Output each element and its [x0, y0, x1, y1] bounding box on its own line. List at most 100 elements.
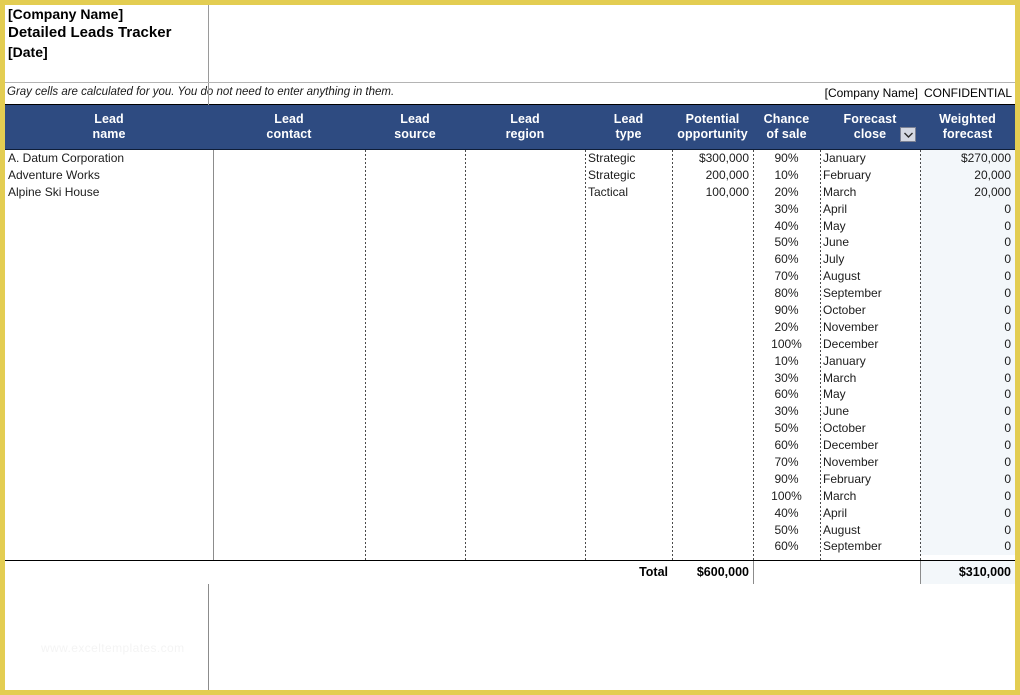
cell-potential_opportunity[interactable] [672, 201, 753, 218]
cell-lead_contact[interactable] [213, 403, 365, 420]
cell-weighted_forecast[interactable]: 0 [920, 420, 1015, 438]
cell-chance_of_sale[interactable]: 60% [753, 538, 820, 555]
cell-lead_region[interactable] [465, 302, 585, 319]
table-row[interactable]: A. Datum Corporation Strategic $300,000 90%… [5, 150, 1015, 167]
table-row[interactable]: 40% April 0 [5, 504, 1015, 522]
cell-lead_region[interactable] [465, 336, 585, 353]
cell-chance_of_sale[interactable]: 50% [753, 234, 820, 251]
cell-lead_type[interactable] [585, 386, 672, 403]
cell-potential_opportunity[interactable] [672, 488, 753, 505]
cell-weighted_forecast[interactable]: 0 [920, 386, 1015, 404]
cell-lead_source[interactable] [365, 437, 465, 454]
cell-weighted_forecast[interactable]: 20,000 [920, 166, 1015, 184]
cell-lead_source[interactable] [365, 167, 465, 184]
cell-lead_source[interactable] [365, 234, 465, 251]
cell-chance_of_sale[interactable]: 60% [753, 251, 820, 268]
cell-chance_of_sale[interactable]: 40% [753, 218, 820, 235]
column-header-weighted_forecast[interactable]: Weighted forecast [920, 105, 1015, 149]
cell-chance_of_sale[interactable]: 50% [753, 420, 820, 437]
cell-chance_of_sale[interactable]: 50% [753, 522, 820, 539]
cell-lead_name[interactable] [5, 522, 213, 539]
cell-forecast_close[interactable]: January [820, 353, 920, 370]
cell-lead_region[interactable] [465, 420, 585, 437]
cell-lead_name[interactable] [5, 538, 213, 555]
cell-potential_opportunity[interactable] [672, 420, 753, 437]
cell-lead_type[interactable] [585, 285, 672, 302]
cell-potential_opportunity[interactable]: 100,000 [672, 184, 753, 201]
cell-weighted_forecast[interactable]: 0 [920, 403, 1015, 421]
cell-forecast_close[interactable]: June [820, 403, 920, 420]
cell-lead_type[interactable] [585, 420, 672, 437]
cell-forecast_close[interactable]: March [820, 488, 920, 505]
company-name-cell[interactable]: [Company Name] [8, 6, 208, 23]
cell-lead_type[interactable]: Strategic [585, 150, 672, 167]
cell-chance_of_sale[interactable]: 20% [753, 319, 820, 336]
cell-lead_type[interactable] [585, 370, 672, 387]
cell-forecast_close[interactable]: September [820, 538, 920, 555]
cell-lead_contact[interactable] [213, 201, 365, 218]
cell-lead_type[interactable] [585, 201, 672, 218]
cell-lead_source[interactable] [365, 218, 465, 235]
cell-lead_name[interactable] [5, 420, 213, 437]
cell-forecast_close[interactable]: December [820, 336, 920, 353]
column-header-lead_contact[interactable]: Lead contact [213, 105, 365, 149]
cell-potential_opportunity[interactable] [672, 302, 753, 319]
cell-lead_contact[interactable] [213, 370, 365, 387]
cell-lead_type[interactable] [585, 505, 672, 522]
cell-lead_contact[interactable] [213, 471, 365, 488]
cell-lead_contact[interactable] [213, 437, 365, 454]
cell-lead_type[interactable] [585, 268, 672, 285]
cell-lead_region[interactable] [465, 437, 585, 454]
cell-lead_region[interactable] [465, 268, 585, 285]
cell-lead_source[interactable] [365, 370, 465, 387]
cell-chance_of_sale[interactable]: 30% [753, 201, 820, 218]
cell-lead_source[interactable] [365, 251, 465, 268]
cell-forecast_close[interactable]: November [820, 319, 920, 336]
cell-forecast_close[interactable]: February [820, 471, 920, 488]
cell-weighted_forecast[interactable]: 0 [920, 251, 1015, 269]
cell-chance_of_sale[interactable]: 60% [753, 386, 820, 403]
table-row[interactable]: 60% July 0 [5, 251, 1015, 269]
cell-chance_of_sale[interactable]: 40% [753, 505, 820, 522]
cell-lead_region[interactable] [465, 454, 585, 471]
cell-lead_contact[interactable] [213, 319, 365, 336]
cell-forecast_close[interactable]: August [820, 522, 920, 539]
cell-chance_of_sale[interactable]: 90% [753, 302, 820, 319]
cell-lead_region[interactable] [465, 353, 585, 370]
cell-lead_contact[interactable] [213, 302, 365, 319]
cell-potential_opportunity[interactable] [672, 218, 753, 235]
cell-chance_of_sale[interactable]: 100% [753, 488, 820, 505]
cell-chance_of_sale[interactable]: 10% [753, 353, 820, 370]
cell-weighted_forecast[interactable]: 0 [920, 504, 1015, 522]
column-header-lead_name[interactable]: Lead name [5, 105, 213, 149]
table-row[interactable]: 70% November 0 [5, 454, 1015, 471]
cell-lead_contact[interactable] [213, 234, 365, 251]
cell-lead_region[interactable] [465, 488, 585, 505]
cell-lead_name[interactable]: A. Datum Corporation [5, 150, 213, 167]
cell-forecast_close[interactable]: December [820, 437, 920, 454]
cell-lead_region[interactable] [465, 370, 585, 387]
table-row[interactable]: 90% October 0 [5, 302, 1015, 319]
cell-lead_source[interactable] [365, 471, 465, 488]
cell-potential_opportunity[interactable]: 200,000 [672, 167, 753, 184]
cell-potential_opportunity[interactable] [672, 336, 753, 353]
cell-lead_source[interactable] [365, 184, 465, 201]
chevron-down-icon[interactable] [900, 127, 916, 142]
cell-lead_type[interactable] [585, 302, 672, 319]
cell-lead_source[interactable] [365, 505, 465, 522]
cell-weighted_forecast[interactable]: 0 [920, 318, 1015, 336]
cell-lead_contact[interactable] [213, 386, 365, 403]
cell-lead_source[interactable] [365, 201, 465, 218]
cell-lead_name[interactable] [5, 353, 213, 370]
cell-forecast_close[interactable]: November [820, 454, 920, 471]
cell-lead_name[interactable] [5, 403, 213, 420]
cell-weighted_forecast[interactable]: 0 [920, 217, 1015, 235]
table-row[interactable]: 10% January 0 [5, 352, 1015, 370]
cell-forecast_close[interactable]: September [820, 285, 920, 302]
cell-potential_opportunity[interactable] [672, 538, 753, 555]
cell-lead_name[interactable] [5, 268, 213, 285]
cell-potential_opportunity[interactable] [672, 437, 753, 454]
cell-lead_name[interactable] [5, 437, 213, 454]
cell-lead_source[interactable] [365, 302, 465, 319]
table-row[interactable]: 100% December 0 [5, 335, 1015, 353]
